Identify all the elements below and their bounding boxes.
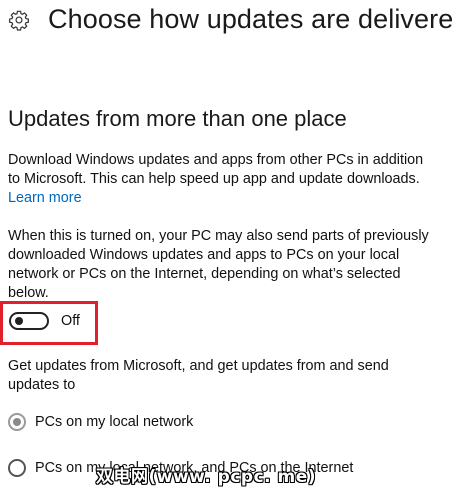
learn-more-link[interactable]: Learn more <box>8 189 82 208</box>
page-header: Choose how updates are delivered <box>0 0 452 44</box>
delivery-optimization-toggle[interactable] <box>9 312 49 330</box>
watermark-text: 双电网(www. pcpc. me) <box>96 467 317 487</box>
section-description: Download Windows updates and apps from o… <box>8 152 424 187</box>
radio-option-local-network[interactable]: PCs on my local network <box>8 411 208 433</box>
gear-icon <box>8 9 30 31</box>
radio-label: PCs on my local network <box>35 414 194 430</box>
toggle-info-text: When this is turned on, your PC may also… <box>8 228 429 301</box>
options-intro-text: Get updates from Microsoft, and get upda… <box>8 358 389 393</box>
radio-button-selected[interactable] <box>8 413 26 431</box>
toggle-knob <box>15 317 23 325</box>
toggle-state-label: Off <box>61 313 80 329</box>
section-title: Updates from more than one place <box>8 106 347 131</box>
radio-button-unselected[interactable] <box>8 459 26 477</box>
page-title: Choose how updates are delivered <box>48 4 452 34</box>
